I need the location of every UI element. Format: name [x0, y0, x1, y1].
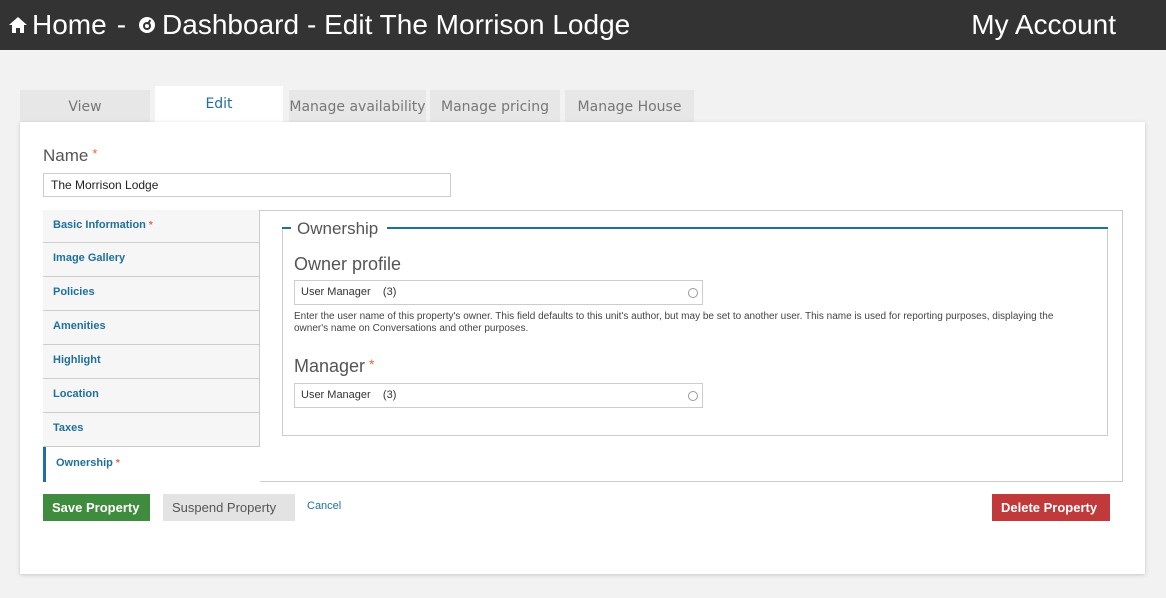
vtab-label: Location [53, 388, 99, 400]
required-marker: * [115, 458, 120, 469]
vtab-basic-information[interactable]: Basic Information * [43, 210, 260, 243]
breadcrumb: Home - Dashboard - Edit The Morrison Lod… [8, 6, 630, 44]
home-link[interactable]: Home [32, 9, 107, 41]
dashboard-icon [139, 17, 156, 33]
suspend-property-button[interactable]: Suspend Property [163, 494, 295, 521]
my-account-link[interactable]: My Account [971, 6, 1116, 44]
name-label-text: Name [43, 146, 89, 165]
name-input[interactable] [43, 173, 451, 197]
manager-label: Manager * [294, 356, 375, 377]
name-field-label: Name * [43, 146, 97, 166]
breadcrumb-separator: - [116, 9, 127, 40]
manager-input[interactable]: User Manager (3) [294, 383, 703, 408]
autocomplete-throbber-icon [688, 391, 698, 401]
required-marker: * [369, 356, 375, 372]
vtab-label: Highlight [53, 354, 101, 366]
owner-profile-label: Owner profile [294, 254, 402, 274]
manager-label-text: Manager [294, 356, 366, 376]
fieldset-top-border-left [282, 227, 291, 229]
tab-view[interactable]: View [20, 90, 150, 122]
vtab-highlight[interactable]: Highlight [43, 345, 260, 379]
vertical-tabs-list: Basic Information * Image Gallery Policie… [43, 210, 260, 482]
owner-profile-help: Enter the user name of this property's o… [294, 311, 1054, 334]
required-marker: * [148, 220, 153, 231]
cancel-link[interactable]: Cancel [307, 500, 341, 512]
ownership-legend: Ownership [297, 219, 379, 238]
delete-property-button[interactable]: Delete Property [992, 494, 1110, 521]
vtab-policies[interactable]: Policies [43, 277, 260, 311]
owner-profile-value: User Manager (3) [301, 286, 397, 298]
save-property-button[interactable]: Save Property [43, 494, 150, 521]
tab-edit[interactable]: Edit [155, 86, 283, 122]
required-marker: * [92, 146, 98, 161]
vtab-label: Amenities [53, 320, 106, 332]
vtab-label: Taxes [53, 422, 84, 434]
top-bar: Home - Dashboard - Edit The Morrison Lod… [0, 0, 1166, 50]
tab-manage-pricing[interactable]: Manage pricing [430, 90, 560, 122]
vtab-label: Policies [53, 286, 95, 298]
tab-manage-availability[interactable]: Manage availability [289, 90, 426, 122]
vtab-label: Basic Information [53, 219, 146, 231]
autocomplete-throbber-icon [688, 288, 698, 298]
vtab-amenities[interactable]: Amenities [43, 311, 260, 345]
fieldset-top-border-right [387, 227, 1108, 229]
home-icon [9, 17, 27, 33]
vtab-label: Ownership [56, 457, 113, 469]
owner-profile-input[interactable]: User Manager (3) [294, 280, 703, 305]
vtab-ownership[interactable]: Ownership * [43, 447, 260, 482]
tab-manage-house[interactable]: Manage House [565, 90, 694, 122]
manager-value: User Manager (3) [301, 389, 397, 401]
vtab-location[interactable]: Location [43, 379, 260, 413]
dashboard-link[interactable]: Dashboard [162, 9, 299, 41]
vtab-image-gallery[interactable]: Image Gallery [43, 243, 260, 277]
vtab-label: Image Gallery [53, 252, 126, 264]
page-title: - Edit The Morrison Lodge [307, 9, 631, 40]
vtab-taxes[interactable]: Taxes [43, 413, 260, 447]
